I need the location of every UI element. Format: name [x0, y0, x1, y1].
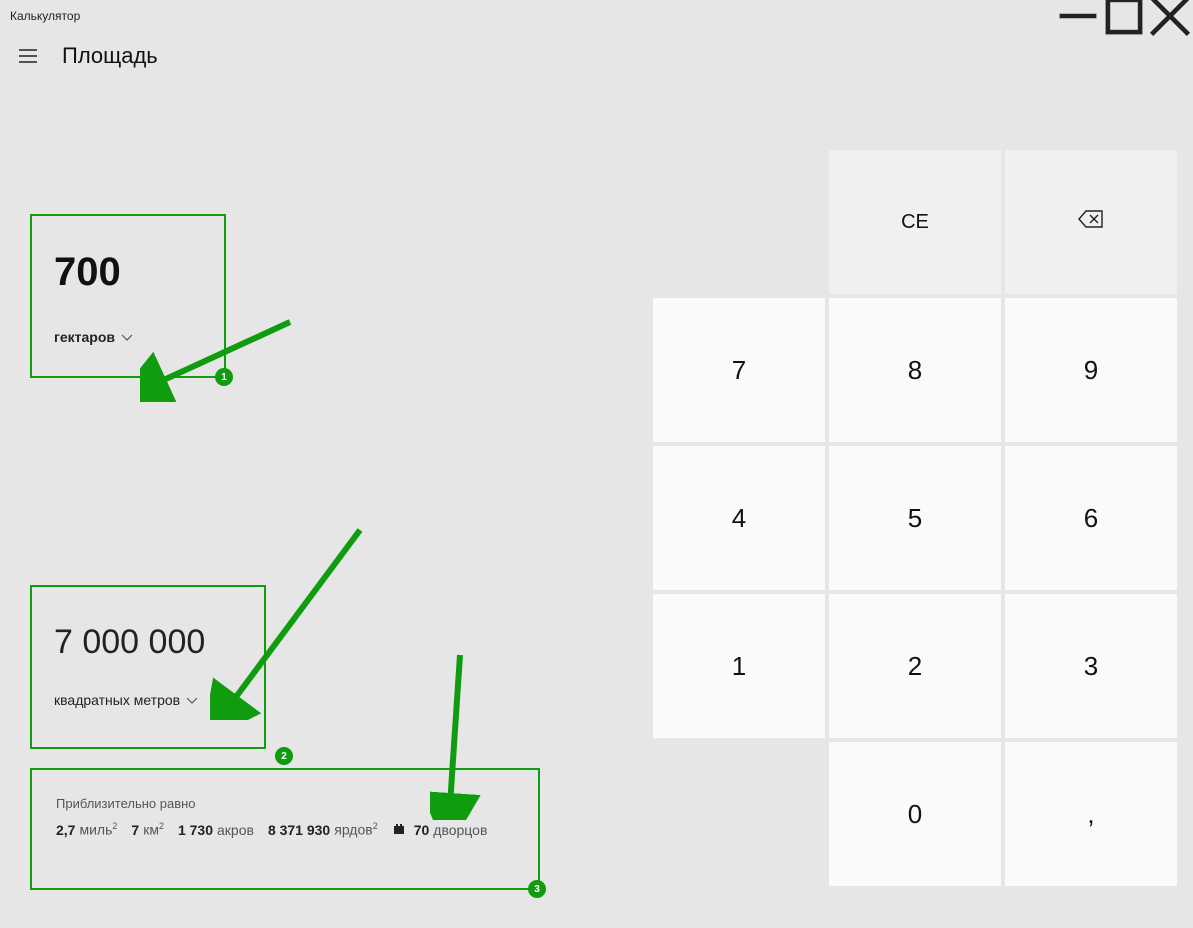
castle-icon [392, 821, 406, 835]
annotation-badge-3: 3 [528, 880, 546, 898]
to-unit-label: квадратных метров [54, 692, 180, 708]
approx-item-acres: 1 730 акров [178, 822, 254, 838]
key-9[interactable]: 9 [1005, 298, 1177, 442]
titlebar: Калькулятор [0, 0, 1193, 32]
mode-title: Площадь [62, 43, 158, 69]
key-backspace[interactable] [1005, 150, 1177, 294]
from-unit-dropdown[interactable]: гектаров [54, 329, 202, 345]
key-2[interactable]: 2 [829, 594, 1001, 738]
approx-block: Приблизительно равно 2,7 миль2 7 км2 1 7… [30, 768, 540, 890]
keypad: CE 7 8 9 4 5 6 1 2 3 0 , [653, 80, 1193, 928]
maximize-button[interactable] [1101, 0, 1147, 32]
key-blank [653, 150, 825, 294]
to-value-block: 7 000 000 квадратных метров [30, 585, 266, 749]
backspace-icon [1078, 210, 1104, 234]
key-6[interactable]: 6 [1005, 446, 1177, 590]
annotation-badge-1: 1 [215, 368, 233, 386]
from-value-block: 700 гектаров [30, 214, 226, 378]
chevron-down-icon [121, 329, 133, 345]
approx-title: Приблизительно равно [56, 796, 514, 811]
key-blank [653, 742, 825, 886]
key-7[interactable]: 7 [653, 298, 825, 442]
minimize-button[interactable] [1055, 0, 1101, 32]
header: Площадь [0, 32, 1193, 80]
key-0[interactable]: 0 [829, 742, 1001, 886]
to-unit-dropdown[interactable]: квадратных метров [54, 692, 242, 708]
key-comma[interactable]: , [1005, 742, 1177, 886]
key-4[interactable]: 4 [653, 446, 825, 590]
chevron-down-icon [186, 692, 198, 708]
key-5[interactable]: 5 [829, 446, 1001, 590]
close-button[interactable] [1147, 0, 1193, 32]
from-unit-label: гектаров [54, 329, 115, 345]
approx-values: 2,7 миль2 7 км2 1 730 акров 8 371 930 яр… [56, 821, 514, 838]
approx-item-km: 7 км2 [131, 821, 164, 838]
key-3[interactable]: 3 [1005, 594, 1177, 738]
approx-item-palaces: 70 дворцов [392, 821, 488, 838]
window-controls [1055, 0, 1193, 32]
approx-item-miles: 2,7 миль2 [56, 821, 117, 838]
app-title: Калькулятор [10, 9, 80, 23]
key-clear-entry[interactable]: CE [829, 150, 1001, 294]
approx-item-yards: 8 371 930 ярдов2 [268, 821, 378, 838]
from-value[interactable]: 700 [54, 250, 202, 295]
key-8[interactable]: 8 [829, 298, 1001, 442]
key-1[interactable]: 1 [653, 594, 825, 738]
conversion-panel: 700 гектаров 1 7 000 000 квадратных метр… [0, 80, 653, 928]
annotation-badge-2: 2 [275, 747, 293, 765]
hamburger-menu-button[interactable] [8, 36, 48, 76]
to-value[interactable]: 7 000 000 [54, 623, 242, 662]
